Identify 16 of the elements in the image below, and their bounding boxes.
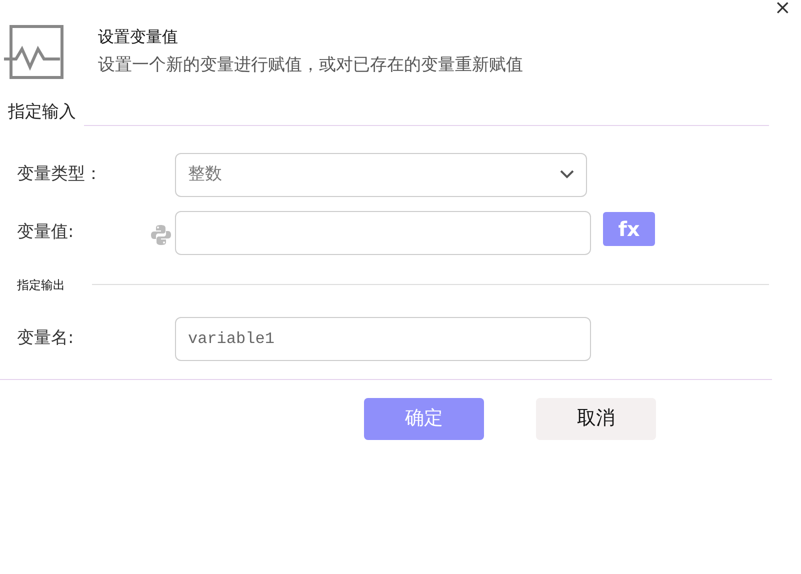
field-label: 变量值: xyxy=(16,220,75,244)
dialog-description: 设置一个新的变量进行赋值，或对已存在的变量重新赋值 xyxy=(98,54,523,77)
close-button[interactable]: × xyxy=(770,0,795,20)
select-value: 整数 xyxy=(188,162,222,186)
value-field[interactable] xyxy=(175,210,591,254)
type-select[interactable]: 整数 xyxy=(175,152,587,196)
field-label: 变量类型： xyxy=(16,162,103,186)
chevron-down-icon xyxy=(560,170,574,179)
field-label: 变量名: xyxy=(16,326,75,350)
python-icon[interactable] xyxy=(150,224,172,246)
dialog-title: 设置变量值 xyxy=(98,26,179,48)
section-title: 指定输出 xyxy=(16,276,66,294)
name-field[interactable]: variable1 xyxy=(175,316,591,360)
cancel-button[interactable]: 取消 xyxy=(536,398,656,440)
section-title: 指定输入 xyxy=(8,101,76,124)
waveform-icon xyxy=(4,25,64,79)
